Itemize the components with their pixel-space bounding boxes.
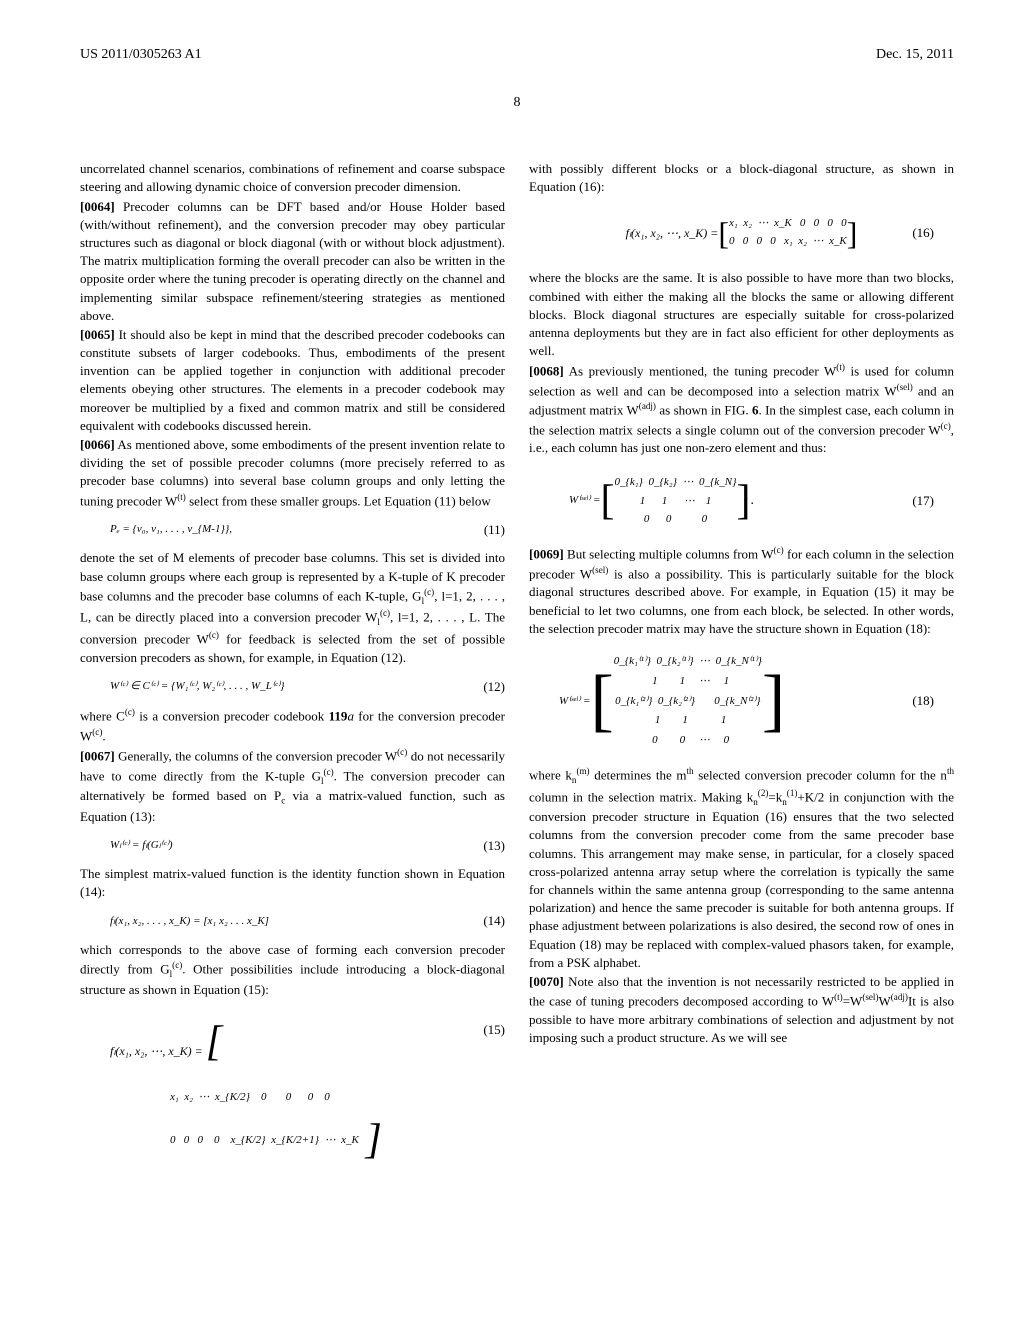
content-columns: uncorrelated channel scenarios, combinat… [80,160,954,1184]
para-post-eq18: where kn(m) determines the mth selected … [529,765,954,972]
right-column: with possibly different blocks or a bloc… [529,160,954,1184]
equation-13: Wₗ⁽ᶜ⁾ = fₗ(Gₗ⁽ᶜ⁾) (13) [110,838,505,853]
para-label: [0066] [80,437,115,452]
equation-number: (15) [483,1021,505,1039]
para-post-eq14: which corresponds to the above case of f… [80,941,505,999]
page-number: 8 [80,93,954,113]
para-label: [0065] [80,327,115,342]
para-label: [0069] [529,547,564,562]
page-header: US 2011/0305263 A1 Dec. 15, 2011 [80,45,954,65]
equation-number: (13) [483,837,505,855]
para-0066: [0066] As mentioned above, some embodime… [80,436,505,510]
equation-number: (11) [484,521,505,539]
equation-14: fₗ(x₁, x₂, . . . , x_K) = [x₁ x₂ . . . x… [110,914,505,929]
para-0067: [0067] Generally, the columns of the con… [80,746,505,826]
publication-number: US 2011/0305263 A1 [80,45,202,65]
para-post-eq12: where C(c) is a conversion precoder code… [80,706,505,745]
para-continuation: uncorrelated channel scenarios, combinat… [80,160,505,196]
equation-16: (16) fₗ(x₁, x₂, ⋯, x_K) = [ x₁ x₂ ⋯ x_K … [529,211,954,256]
equation-12: W⁽ᶜ⁾ ∈ C⁽ᶜ⁾ = {W₁⁽ᶜ⁾, W₂⁽ᶜ⁾, . . . , W_L… [110,679,505,694]
left-column: uncorrelated channel scenarios, combinat… [80,160,505,1184]
equation-number: (17) [912,492,934,510]
equation-number: (12) [483,677,505,695]
para-continuation: with possibly different blocks or a bloc… [529,160,954,196]
equation-number: (14) [483,912,505,930]
para-0070: [0070] Note also that the invention is n… [529,973,954,1047]
para-0064: [0064] Precoder columns can be DFT based… [80,198,505,325]
para-label: [0068] [529,364,564,379]
equation-11: Pₑ = {v₀, v₁, . . . , v_{M-1}}, (11) [110,522,505,537]
equation-18: (18) W⁽ˢᵉˡ⁾ = [ 0_{k₁⁽¹⁾} 0_{k₂⁽¹⁾} ⋯ 0_… [529,652,954,751]
equation-number: (18) [912,692,934,710]
para-label: [0070] [529,974,564,989]
para-0069: [0069] But selecting multiple columns fr… [529,544,954,638]
para-0065: [0065] It should also be kept in mind th… [80,326,505,435]
para-post-eq13: The simplest matrix-valued function is t… [80,865,505,901]
para-label: [0064] [80,199,115,214]
equation-15: (15) fₗ(x₁, x₂, ⋯, x_K) = [ x₁ x₂ ⋯ x_{K… [110,1013,505,1170]
para-post-eq11: denote the set of M elements of precoder… [80,549,505,666]
equation-number: (16) [912,224,934,242]
para-0068: [0068] As previously mentioned, the tuni… [529,361,954,457]
para-post-eq16: where the blocks are the same. It is als… [529,269,954,360]
para-label: [0067] [80,749,115,764]
publication-date: Dec. 15, 2011 [876,45,954,65]
equation-17: (17) W⁽ˢᵉˡ⁾ = [ 0_{k₁} 0_{k₂} ⋯ 0_{k_N} … [529,472,954,531]
